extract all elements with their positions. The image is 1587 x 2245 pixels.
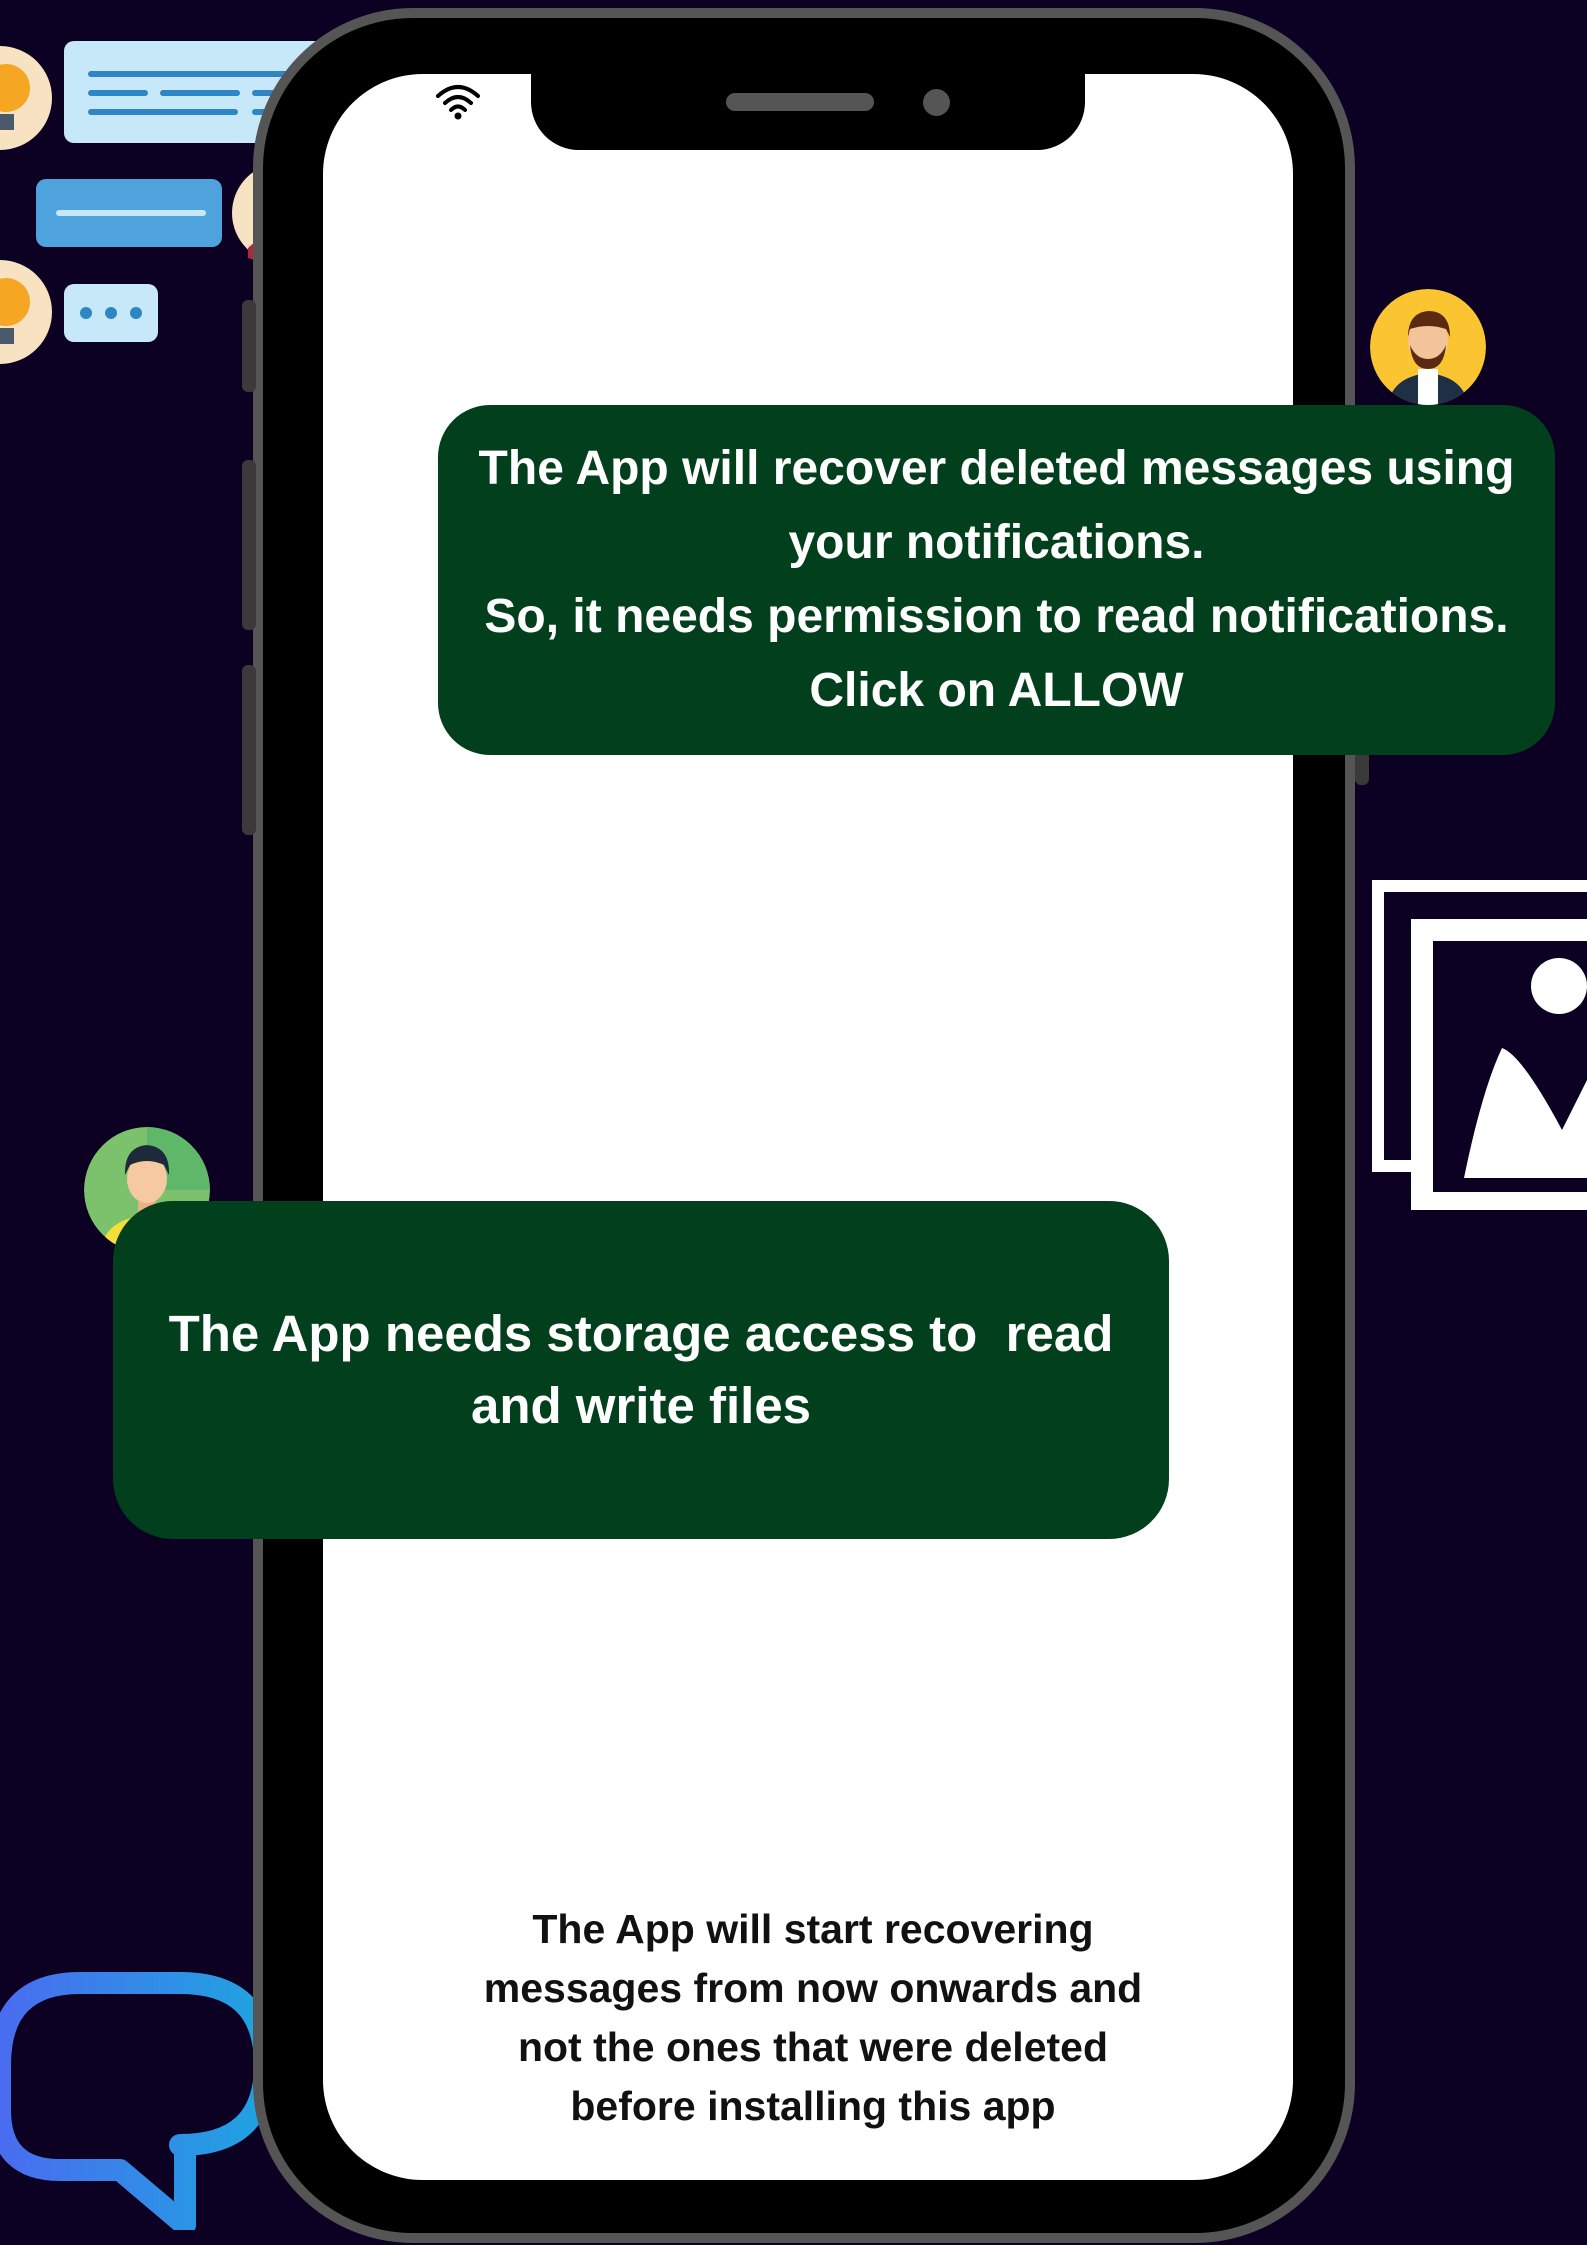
image-icon [1372, 880, 1587, 1210]
message-line: The App needs storage access to read [168, 1305, 1114, 1362]
chat-bubble-icon [0, 1972, 276, 2230]
note-line: not the ones that were deleted [517, 2024, 1109, 2070]
message-line: The App will recover deleted messages us… [478, 442, 1515, 495]
message-line: Click on ALLOW [809, 664, 1184, 717]
recovery-note: The App will start recovering messages f… [423, 1900, 1203, 2136]
note-line: The App will start recovering [532, 1906, 1094, 1952]
message-line: So, it needs permission to read notifica… [484, 590, 1509, 643]
message-line: your notifications. [788, 516, 1205, 569]
speaker-grille [726, 93, 874, 111]
phone-side-button [242, 460, 256, 630]
storage-permission-message: The App needs storage access to read and… [113, 1201, 1169, 1539]
message-line: and write files [470, 1377, 812, 1434]
phone-side-button [242, 300, 256, 392]
phone-screen [323, 74, 1293, 2180]
user-avatar-icon [1370, 289, 1486, 405]
lightbulb-icon [0, 260, 52, 364]
wifi-icon [436, 85, 480, 120]
note-line: before installing this app [570, 2083, 1056, 2129]
phone-side-button [242, 665, 256, 835]
front-camera [923, 89, 950, 116]
notification-permission-message: The App will recover deleted messages us… [438, 405, 1555, 755]
note-line: messages from now onwards and [483, 1965, 1143, 2011]
lightbulb-icon [0, 46, 52, 150]
